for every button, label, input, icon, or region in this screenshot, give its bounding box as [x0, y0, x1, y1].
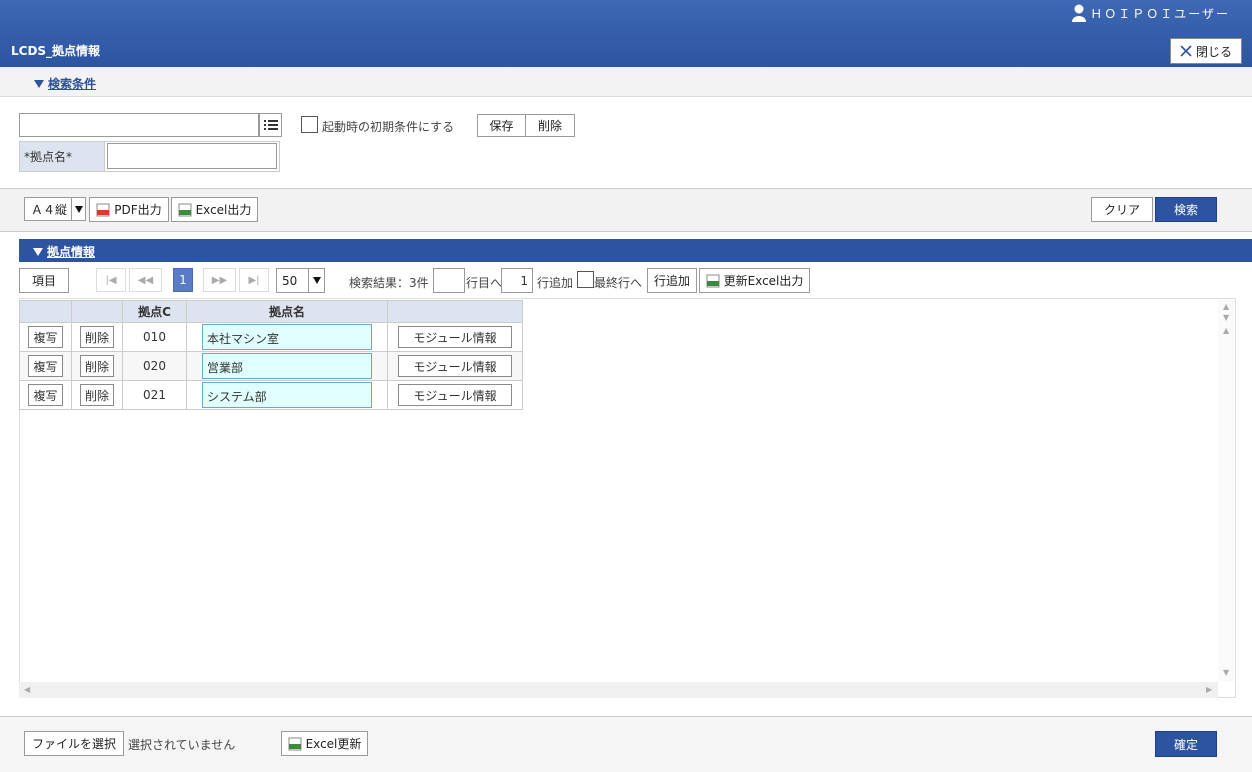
- close-icon: [1180, 45, 1192, 57]
- save-condition-button[interactable]: 保存: [477, 114, 526, 137]
- search-button[interactable]: 検索: [1155, 197, 1217, 222]
- horizontal-scrollbar[interactable]: ◀ ▶: [19, 682, 1218, 698]
- table-row: 複写 削除 020 営業部 モジュール情報: [19, 351, 523, 381]
- pdf-export-button[interactable]: PDF出力: [89, 197, 169, 222]
- copy-row-button[interactable]: 複写: [28, 355, 63, 377]
- location-info-header: 拠点情報: [19, 239, 1252, 262]
- last-page-button[interactable]: ▶|: [239, 268, 269, 292]
- add-rows-label: 行追加: [537, 276, 574, 290]
- excel-icon: [178, 203, 192, 216]
- page-title: LCDS_拠点情報: [11, 44, 101, 58]
- chevron-down-icon: [308, 269, 324, 292]
- confirm-button[interactable]: 確定: [1155, 731, 1217, 757]
- choose-file-button[interactable]: ファイルを選択: [24, 731, 124, 756]
- scroll-up-icon[interactable]: ▲: [1223, 326, 1229, 335]
- location-code-cell: 010: [122, 322, 187, 352]
- condition-list-button[interactable]: [259, 113, 282, 137]
- user-menu[interactable]: ＨＯＩＰＯＩユーザー: [1072, 4, 1230, 22]
- delete-row-button[interactable]: 削除: [79, 326, 114, 348]
- close-button[interactable]: 閉じる: [1170, 38, 1242, 64]
- last-row-checkbox[interactable]: [577, 271, 594, 288]
- scroll-right-icon[interactable]: ▶: [1206, 685, 1212, 694]
- location-name-label: *拠点名*: [19, 141, 105, 172]
- goto-row-label: 行目へ: [466, 276, 503, 290]
- list-icon: [263, 120, 278, 130]
- excel-icon: [706, 274, 720, 287]
- page-size-select[interactable]: 50: [276, 268, 325, 293]
- vertical-scrollbar[interactable]: ▲ ▼ ▲ ▼: [1218, 300, 1234, 682]
- location-code-cell: 020: [122, 351, 187, 381]
- excel-update-button[interactable]: Excel更新: [281, 731, 368, 756]
- location-name-cell-input[interactable]: 本社マシン室: [202, 324, 372, 350]
- add-rows-count-input[interactable]: 1: [501, 268, 533, 293]
- user-icon: [1072, 4, 1087, 22]
- update-excel-export-button[interactable]: 更新Excel出力: [699, 268, 810, 293]
- scroll-left-icon[interactable]: ◀: [24, 685, 30, 694]
- table-row: 複写 削除 010 本社マシン室 モジュール情報: [19, 322, 523, 352]
- saved-condition-input[interactable]: [19, 113, 259, 137]
- scroll-down-icon[interactable]: ▼: [1223, 313, 1229, 322]
- pdf-icon: [96, 203, 110, 216]
- scroll-up-icon[interactable]: ▲: [1223, 302, 1229, 311]
- module-info-button[interactable]: モジュール情報: [398, 326, 512, 348]
- default-condition-checkbox[interactable]: [301, 116, 318, 133]
- column-header: [71, 300, 123, 323]
- table-header-row: 拠点C 拠点名: [19, 300, 523, 323]
- column-header-location-code: 拠点C: [122, 300, 187, 323]
- triangle-down-icon: [33, 247, 43, 256]
- clear-button[interactable]: クリア: [1091, 197, 1153, 222]
- columns-button[interactable]: 項目: [19, 268, 69, 293]
- copy-row-button[interactable]: 複写: [28, 326, 63, 348]
- chevron-down-icon: [71, 198, 85, 220]
- location-info-toggle[interactable]: 拠点情報: [33, 243, 95, 260]
- no-file-selected-text: 選択されていません: [128, 738, 236, 752]
- module-info-button[interactable]: モジュール情報: [398, 384, 512, 406]
- table-row: 複写 削除 021 システム部 モジュール情報: [19, 380, 523, 410]
- search-section-header: 検索条件: [0, 67, 1252, 97]
- triangle-down-icon: [34, 79, 44, 88]
- prev-page-button[interactable]: ◀◀: [129, 268, 162, 292]
- add-row-button[interactable]: 行追加: [647, 268, 697, 293]
- paper-size-select[interactable]: Ａ４縦: [24, 197, 86, 221]
- delete-condition-button[interactable]: 削除: [525, 114, 575, 137]
- delete-row-button[interactable]: 削除: [79, 355, 114, 377]
- location-name-cell-input[interactable]: 営業部: [202, 353, 372, 379]
- location-name-cell-input[interactable]: システム部: [202, 382, 372, 408]
- column-header: [387, 300, 523, 323]
- result-count: 検索結果：3件: [349, 276, 429, 290]
- scroll-down-icon[interactable]: ▼: [1223, 668, 1229, 677]
- first-page-button[interactable]: |◀: [96, 268, 126, 292]
- copy-row-button[interactable]: 複写: [28, 384, 63, 406]
- excel-export-button[interactable]: Excel出力: [171, 197, 258, 222]
- top-header: ＨＯＩＰＯＩユーザー LCDS_拠点情報 閉じる: [0, 0, 1252, 67]
- module-info-button[interactable]: モジュール情報: [398, 355, 512, 377]
- last-row-label: 最終行へ: [594, 276, 643, 290]
- delete-row-button[interactable]: 削除: [79, 384, 114, 406]
- user-name: ＨＯＩＰＯＩユーザー: [1090, 6, 1230, 21]
- location-table: 拠点C 拠点名 複写 削除 010 本社マシン室 モジュール情報 複写 削除 0…: [19, 300, 523, 410]
- next-page-button[interactable]: ▶▶: [203, 268, 236, 292]
- location-name-input[interactable]: [107, 143, 277, 169]
- search-section-toggle[interactable]: 検索条件: [34, 75, 96, 92]
- default-condition-label: 起動時の初期条件にする: [322, 120, 455, 134]
- current-page-button[interactable]: 1: [173, 268, 193, 292]
- location-code-cell: 021: [122, 380, 187, 410]
- goto-row-input[interactable]: [433, 268, 465, 293]
- column-header-location-name: 拠点名: [186, 300, 388, 323]
- column-header: [19, 300, 72, 323]
- excel-icon: [288, 737, 302, 750]
